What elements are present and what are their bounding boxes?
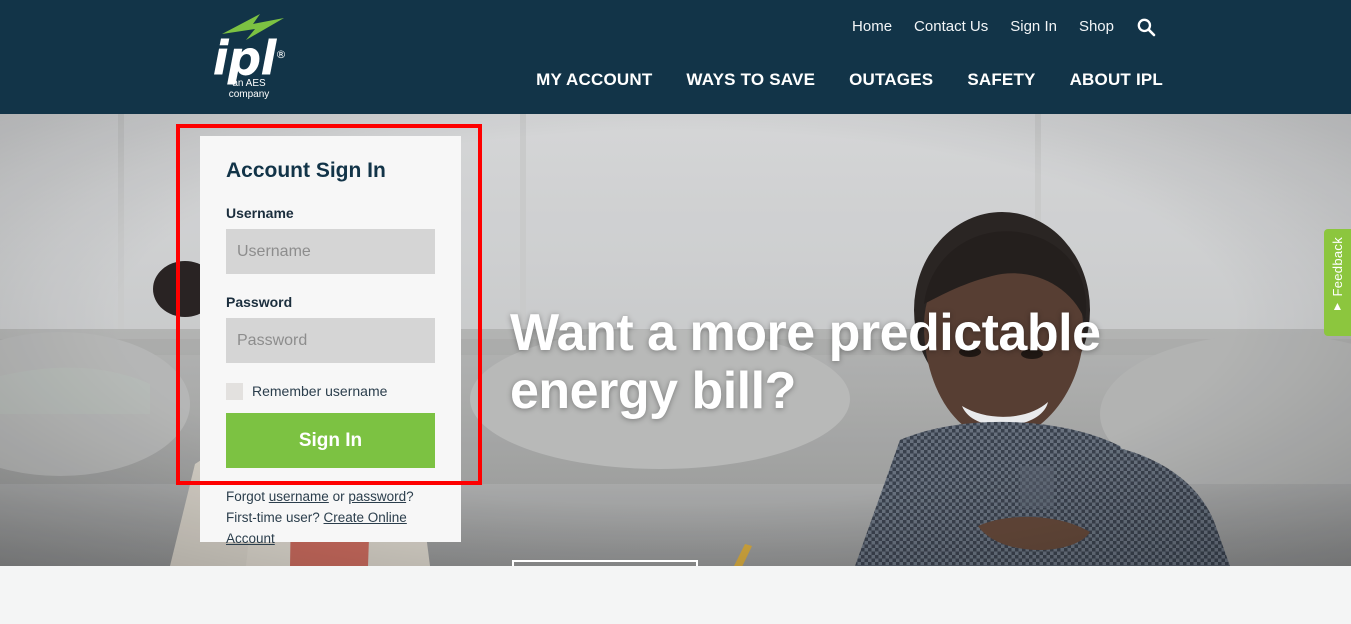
page-title: Account Sign In xyxy=(226,159,386,182)
below-hero-strip xyxy=(0,566,1351,624)
firsttime-prefix-text: First-time user? xyxy=(226,510,324,525)
hero-headline-line2: energy bill? xyxy=(510,362,796,420)
logo-registered-mark: ® xyxy=(275,48,286,61)
account-signin-card: Account Sign In Username Password Rememb… xyxy=(200,136,461,546)
utility-nav-sign-in[interactable]: Sign In xyxy=(1010,16,1057,38)
forgot-middle-text: or xyxy=(328,489,349,504)
hero-headline: Want a more predictable energy bill? xyxy=(510,304,1150,420)
remember-username-row[interactable]: Remember username xyxy=(226,382,435,400)
forgot-suffix-text: ? xyxy=(406,489,414,504)
password-label: Password xyxy=(226,294,293,310)
password-input[interactable] xyxy=(226,318,435,363)
page-root: ipl® an AES company Home Contact Us Sign… xyxy=(0,0,1351,624)
nav-ways-to-save[interactable]: WAYS TO SAVE xyxy=(686,70,815,90)
remember-username-checkbox[interactable] xyxy=(226,382,243,400)
nav-my-account[interactable]: MY ACCOUNT xyxy=(536,70,652,90)
nav-about-ipl[interactable]: ABOUT IPL xyxy=(1070,70,1163,90)
forgot-password-link[interactable]: password xyxy=(348,489,406,504)
hero-headline-line1: Want a more predictable xyxy=(510,304,1101,362)
search-icon[interactable] xyxy=(1136,17,1156,37)
utility-nav-shop[interactable]: Shop xyxy=(1079,16,1114,38)
logo-tagline-line1: an AES xyxy=(232,78,266,89)
utility-nav-contact-us[interactable]: Contact Us xyxy=(914,16,988,38)
feedback-tab[interactable]: Feedback ▲ xyxy=(1324,229,1351,336)
forgot-credentials-line: Forgot username or password? xyxy=(226,486,435,507)
create-account-line: First-time user? Create Online Account xyxy=(226,507,435,549)
logo-wordmark: ipl® xyxy=(203,30,295,85)
remember-username-label: Remember username xyxy=(252,383,388,399)
ipl-logo[interactable]: ipl® an AES company xyxy=(203,14,295,104)
triangle-up-icon: ▲ xyxy=(1331,298,1344,313)
nav-outages[interactable]: OUTAGES xyxy=(849,70,933,90)
sign-in-button[interactable]: Sign In xyxy=(226,413,435,468)
logo-tagline-line2: company xyxy=(228,89,270,100)
username-input[interactable] xyxy=(226,229,435,274)
utility-nav-home[interactable]: Home xyxy=(852,16,892,38)
logo-tagline: an AES company xyxy=(203,78,295,100)
utility-navigation: Home Contact Us Sign In Shop xyxy=(852,16,1156,38)
username-label: Username xyxy=(226,205,294,221)
main-navigation: MY ACCOUNT WAYS TO SAVE OUTAGES SAFETY A… xyxy=(536,70,1163,90)
site-header: ipl® an AES company Home Contact Us Sign… xyxy=(0,0,1351,114)
forgot-username-link[interactable]: username xyxy=(269,489,329,504)
nav-safety[interactable]: SAFETY xyxy=(967,70,1035,90)
budget-billing-button[interactable]: Budget Billing ▸ xyxy=(512,560,698,566)
forgot-prefix-text: Forgot xyxy=(226,489,269,504)
feedback-label: Feedback xyxy=(1330,237,1345,297)
card-helper-links: Forgot username or password? First-time … xyxy=(226,486,435,549)
